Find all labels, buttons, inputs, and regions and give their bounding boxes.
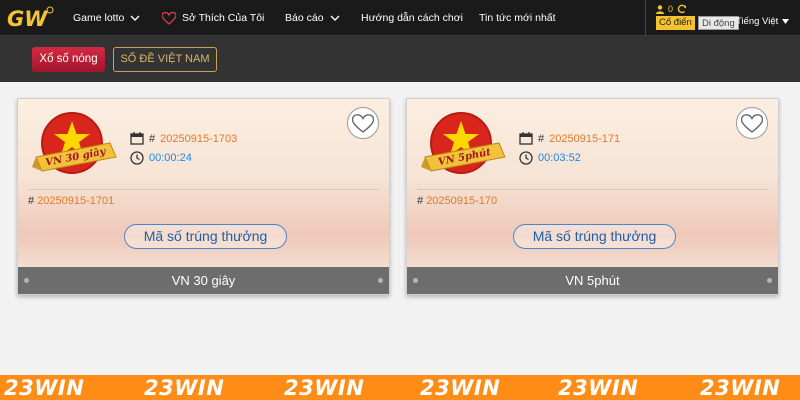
balance-value: 0 [668,4,674,14]
divider [28,189,379,190]
watermark-strip: 23WIN 23WIN 23WIN 23WIN 23WIN 23WIN [0,375,800,400]
game-card-vn5m[interactable]: VN 5phút # 20250915-171 00:03:52 # 20250… [406,98,779,295]
nav-favorites[interactable]: Sở Thích Của Tôi [162,0,264,36]
balance: 0 [656,4,687,14]
language-select[interactable]: Tiếng Việt [736,16,790,27]
game-card-vn30s[interactable]: VN 30 giây # 20250915-1703 00:00:24 # 20… [17,98,390,295]
favorite-button[interactable] [736,107,768,139]
user-icon [656,4,664,14]
watermark-text: 23WIN [144,376,225,400]
card-footer[interactable]: VN 5phút [407,267,778,294]
calendar-icon [519,132,533,145]
footer-dot [413,278,418,283]
card-footer[interactable]: VN 30 giây [18,267,389,294]
nav-news-label: Tin tức mới nhất [479,12,556,24]
footer-dot [378,278,383,283]
game-name: VN 5phút [565,273,620,288]
game-badge: VN 30 giây [32,112,117,174]
previous-issue: # 20250915-1701 [28,195,114,207]
heart-outline-icon [741,113,763,133]
current-issue-number: 20250915-171 [549,132,621,145]
hash-symbol: # [538,132,545,145]
nav-game-lotto[interactable]: Game lotto [73,0,140,36]
caret-down-icon [782,19,790,24]
game-name: VN 30 giây [171,273,236,288]
previous-issue-number: 20250915-1701 [37,195,115,207]
countdown: 00:03:52 [519,151,581,165]
nav-guide-label: Hướng dẫn cách chơi [361,12,463,24]
language-label: Tiếng Việt [736,16,779,27]
account-panel: 0 Cổ điển Di động Tiếng Việt [645,0,800,36]
nav-favorites-label: Sở Thích Của Tôi [182,12,265,24]
winning-numbers-button[interactable]: Mã số trúng thưởng [513,224,676,249]
countdown-value: 00:00:24 [149,152,192,164]
footer-dot [767,278,772,283]
tab-hot-lottery[interactable]: Xổ số nóng [32,47,105,72]
countdown-value: 00:03:52 [538,152,581,164]
favorite-button[interactable] [347,107,379,139]
previous-issue: # 20250915-170 [417,195,497,207]
mode-classic-button[interactable]: Cổ điển [656,16,695,30]
hash-symbol: # [149,132,156,145]
svg-text:GW: GW [7,7,48,31]
watermark-text: 23WIN [4,376,85,400]
hash-symbol: # [28,195,35,207]
current-issue: # 20250915-1703 [130,132,237,145]
countdown: 00:00:24 [130,151,192,165]
nav-reports[interactable]: Báo cáo [285,0,340,36]
nav-game-lotto-label: Game lotto [73,12,125,24]
chevron-down-icon [330,15,340,21]
watermark-text: 23WIN [420,376,501,400]
watermark-text: 23WIN [284,376,365,400]
watermark-text: 23WIN [700,376,781,400]
tab-vietnam-lottery[interactable]: SỐ ĐỀ VIỆT NAM [113,47,217,72]
clock-icon [130,151,144,165]
nav-guide[interactable]: Hướng dẫn cách chơi [361,0,463,36]
current-issue: # 20250915-171 [519,132,620,145]
gw-logo[interactable]: GW [6,5,54,31]
heart-outline-icon [352,113,374,133]
mode-mobile-button[interactable]: Di động [698,16,739,30]
game-badge: VN 5phút [421,112,506,174]
winning-numbers-button[interactable]: Mã số trúng thưởng [124,224,287,249]
footer-dot [24,278,29,283]
chevron-down-icon [130,15,140,21]
category-bar: Xổ số nóng SỐ ĐỀ VIỆT NAM [0,36,800,82]
calendar-icon [130,132,144,145]
divider [417,189,768,190]
nav-news[interactable]: Tin tức mới nhất [479,0,556,36]
refresh-icon[interactable] [677,4,687,14]
current-issue-number: 20250915-1703 [160,132,238,145]
nav-reports-label: Báo cáo [285,12,324,24]
watermark-text: 23WIN [558,376,639,400]
heart-icon [162,11,176,25]
previous-issue-number: 20250915-170 [426,195,498,207]
clock-icon [519,151,533,165]
top-nav: GW Game lotto Sở Thích Của Tôi Báo cáo H… [0,0,800,36]
hash-symbol: # [417,195,424,207]
